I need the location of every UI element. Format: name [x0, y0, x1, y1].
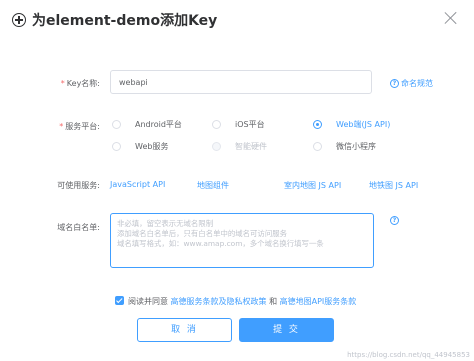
api-terms-link[interactable]: 高德地图API服务条款 — [280, 297, 357, 306]
service-javascript-api[interactable]: JavaScript API — [110, 180, 165, 189]
add-circle-icon — [12, 13, 26, 27]
close-icon[interactable] — [444, 11, 458, 25]
platform-label: * 服务平台: — [59, 122, 100, 131]
radio-circle — [212, 120, 221, 129]
radio-smart-hardware: 智能硬件 — [212, 141, 267, 152]
agreement-checkbox[interactable] — [115, 296, 124, 305]
placeholder-line: 域名填写格式，如：www.amap.com，多个域名换行填写一条 — [117, 239, 324, 248]
required-mark: * — [59, 122, 64, 131]
radio-circle — [313, 120, 322, 129]
radio-circle — [112, 142, 121, 151]
whitelist-help[interactable]: ? — [390, 216, 401, 225]
radio-circle — [112, 120, 121, 129]
question-icon: ? — [390, 79, 399, 88]
radio-circle — [313, 142, 322, 151]
whitelist-textarea[interactable]: 非必填，留空表示无域名限制 添加域名白名单后，只有白名单中的域名可访问服务 域名… — [110, 213, 374, 268]
service-subway-map[interactable]: 地铁图 JS API — [369, 180, 418, 191]
radio-circle — [212, 142, 221, 151]
question-icon: ? — [390, 216, 399, 225]
placeholder-line: 添加域名白名单后，只有白名单中的域名可访问服务 — [117, 229, 287, 238]
terms-privacy-link[interactable]: 高德服务条款及隐私权政策 — [171, 297, 267, 306]
agreement-text: 阅读并同意 高德服务条款及隐私权政策 和 高德地图API服务条款 — [128, 297, 357, 306]
whitelist-label: 域名白名单: — [57, 223, 100, 232]
radio-wechat-miniprogram[interactable]: 微信小程序 — [313, 141, 376, 152]
dialog-title: 为element-demo添加Key — [32, 13, 218, 29]
key-name-label: * Key名称: — [60, 79, 100, 88]
cancel-button[interactable]: 取 消 — [137, 318, 232, 342]
watermark: https://blog.csdn.net/qq_44945853 — [347, 351, 470, 359]
placeholder-line: 非必填，留空表示无域名限制 — [117, 219, 214, 228]
key-name-input[interactable]: webapi — [110, 70, 372, 94]
service-map-component[interactable]: 地图组件 — [197, 180, 229, 191]
services-label: 可使用服务: — [57, 181, 100, 190]
required-mark: * — [60, 79, 65, 88]
service-indoor-map[interactable]: 室内地图 JS API — [284, 180, 341, 191]
radio-ios[interactable]: iOS平台 — [212, 119, 265, 130]
dialog-header: 为element-demo添加Key — [12, 10, 217, 30]
radio-web-service[interactable]: Web服务 — [112, 141, 168, 152]
naming-rules-link[interactable]: ? 命名规范 — [390, 78, 433, 89]
radio-android[interactable]: Android平台 — [112, 119, 182, 130]
radio-web-js-api[interactable]: Web端(JS API) — [313, 119, 390, 130]
submit-button[interactable]: 提 交 — [239, 318, 334, 342]
